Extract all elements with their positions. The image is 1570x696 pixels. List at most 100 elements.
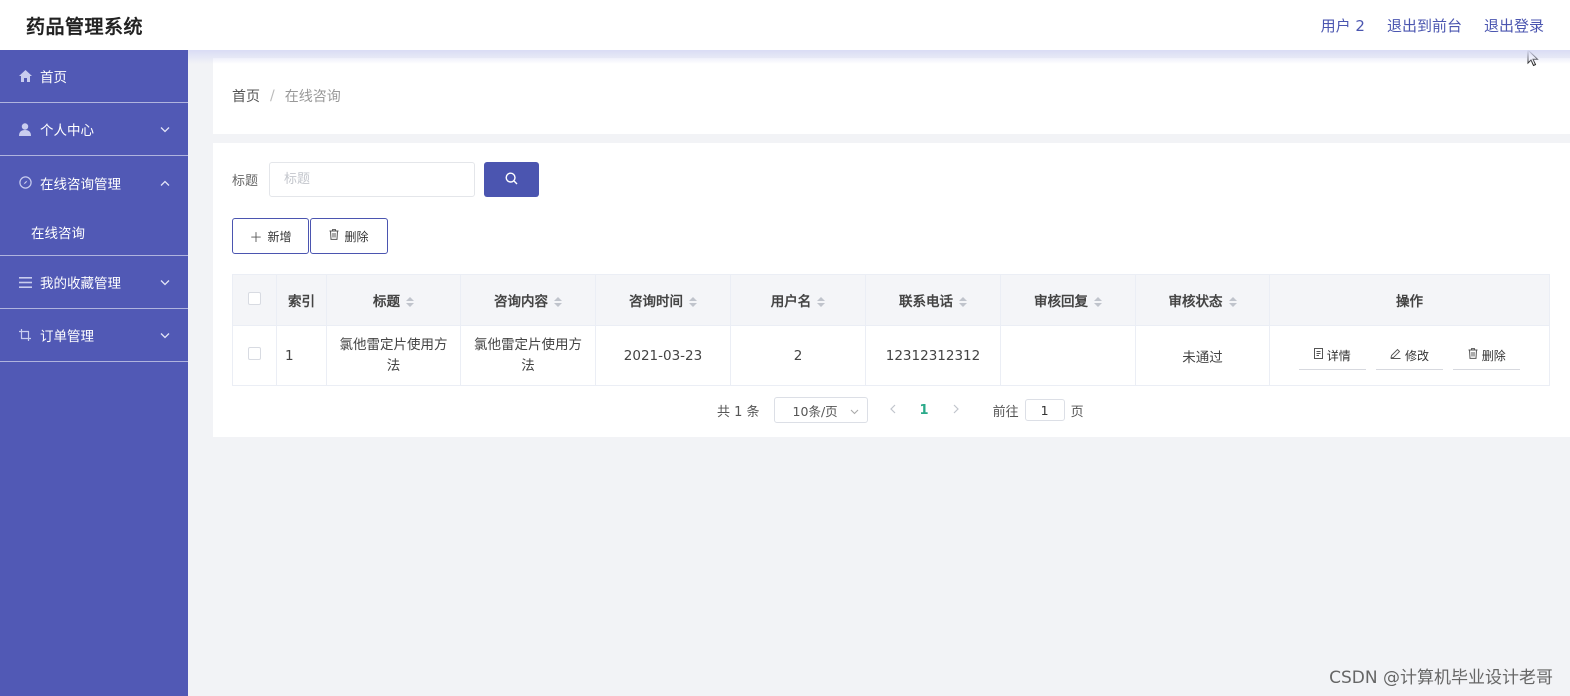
sidebar-item-order-manage[interactable]: 订单管理 — [0, 309, 188, 362]
column-header-phone[interactable]: 联系电话 — [865, 274, 1001, 326]
pagination-total: 共 1 条 — [717, 404, 760, 420]
header-shadow — [188, 50, 1570, 64]
row-delete-button-label: 删除 — [1481, 348, 1506, 363]
column-header-reply[interactable]: 审核回复 — [1000, 274, 1136, 326]
sidebar-item-online-consult[interactable]: 在线咨询 — [0, 209, 188, 256]
add-button[interactable]: ＋ 新增 — [232, 218, 309, 254]
sidebar-item-label: 我的收藏管理 — [40, 276, 121, 292]
user-icon — [18, 122, 32, 136]
edit-button-label: 修改 — [1404, 348, 1429, 363]
cell-title: 氯他雷定片使用方法 — [326, 325, 461, 386]
consult-table: 索引 标题 咨询内容 咨询时间 用户名 联系电话 审核回复 审核状态 操作 1 … — [232, 274, 1550, 386]
goto-suffix: 页 — [1070, 404, 1084, 420]
cell-index: 1 — [276, 325, 327, 386]
cell-time: 2021-03-23 — [595, 325, 731, 386]
exit-to-front-link[interactable]: 退出到前台 — [1387, 15, 1462, 36]
cell-phone: 12312312312 — [865, 325, 1001, 386]
watermark: CSDN @计算机毕业设计老哥 — [1329, 668, 1553, 688]
row-checkbox[interactable] — [248, 347, 261, 360]
column-header-label: 审核状态 — [1168, 294, 1223, 310]
breadcrumb-home[interactable]: 首页 — [232, 86, 260, 106]
sort-icon — [554, 297, 562, 307]
next-page-icon[interactable] — [953, 403, 959, 417]
search-icon — [505, 171, 518, 188]
sidebar-item-label: 在线咨询 — [31, 226, 85, 242]
sidebar-item-label: 首页 — [40, 70, 67, 86]
compass-icon — [18, 176, 32, 190]
top-header: 药品管理系统 用户 2 退出到前台 退出登录 — [0, 0, 1570, 50]
sidebar-item-label: 个人中心 — [40, 123, 94, 139]
sort-icon — [817, 297, 826, 307]
breadcrumb-current: 在线咨询 — [284, 89, 341, 105]
action-buttons: ＋ 新增 删除 — [232, 218, 388, 254]
search-input[interactable] — [269, 162, 475, 197]
search-button[interactable] — [484, 162, 539, 197]
cell-operations: 详情 修改 删除 — [1269, 325, 1550, 386]
page-number-current[interactable]: 1 — [920, 403, 929, 418]
row-delete-button[interactable]: 删除 — [1453, 342, 1521, 370]
breadcrumb: 首页 / 在线咨询 — [213, 58, 1570, 134]
user-name-link[interactable]: 用户 2 — [1321, 15, 1365, 36]
column-header-label: 用户名 — [770, 294, 812, 310]
sidebar-item-home[interactable]: 首页 — [0, 50, 188, 103]
column-header-time[interactable]: 咨询时间 — [595, 274, 731, 326]
cell-content: 氯他雷定片使用方法 — [460, 325, 596, 386]
sort-icon — [406, 297, 414, 307]
search-label: 标题 — [232, 174, 259, 189]
delete-button-label: 删除 — [344, 229, 369, 244]
page-size-select[interactable]: 10条/页 — [773, 397, 868, 423]
column-header-title[interactable]: 标题 — [326, 274, 461, 326]
sort-icon — [1228, 297, 1237, 307]
sort-icon — [689, 297, 697, 307]
sidebar-item-personal-center[interactable]: 个人中心 — [0, 103, 188, 156]
home-icon — [18, 69, 32, 83]
app-title: 药品管理系统 — [26, 15, 144, 38]
column-header-label: 咨询内容 — [494, 294, 548, 310]
column-header-label: 审核回复 — [1034, 294, 1088, 310]
column-header-username[interactable]: 用户名 — [730, 274, 866, 326]
sidebar-item-consult-manage[interactable]: 在线咨询管理 — [0, 156, 188, 209]
trash-icon — [329, 228, 339, 244]
column-header-operations: 操作 — [1269, 274, 1550, 326]
select-all-checkbox[interactable] — [248, 291, 261, 305]
trash-icon — [1468, 348, 1478, 362]
sidebar-item-label: 在线咨询管理 — [40, 176, 121, 193]
plus-icon: ＋ — [249, 230, 263, 246]
select-all-cell — [232, 274, 277, 326]
sidebar: 首页 个人中心 在线咨询管理 在线咨询 我的收藏管理 订单管理 — [0, 50, 188, 696]
cell-username: 2 — [730, 325, 866, 386]
column-header-label: 咨询时间 — [629, 294, 683, 310]
column-header-index: 索引 — [276, 274, 327, 326]
add-button-label: 新增 — [267, 229, 292, 244]
breadcrumb-separator: / — [270, 88, 275, 104]
column-header-status[interactable]: 审核状态 — [1135, 274, 1270, 326]
chevron-down-icon — [160, 329, 170, 342]
list-icon — [18, 275, 32, 289]
goto-page-input[interactable] — [1024, 399, 1065, 421]
chevron-up-icon — [160, 176, 170, 189]
table-row: 1 氯他雷定片使用方法 氯他雷定片使用方法 2021-03-23 2 12312… — [232, 325, 1550, 386]
sort-icon — [1094, 297, 1102, 307]
search-bar: 标题 — [232, 162, 539, 197]
document-icon — [1313, 348, 1323, 362]
logout-link[interactable]: 退出登录 — [1484, 15, 1544, 36]
header-links: 用户 2 退出到前台 退出登录 — [1321, 15, 1544, 36]
edit-button[interactable]: 修改 — [1376, 342, 1443, 370]
delete-button[interactable]: 删除 — [310, 218, 388, 254]
sidebar-item-favorites-manage[interactable]: 我的收藏管理 — [0, 256, 188, 309]
goto-label: 前往 — [992, 404, 1019, 420]
chevron-down-icon — [160, 276, 170, 289]
row-select-cell — [232, 325, 277, 386]
detail-button-label: 详情 — [1326, 348, 1351, 363]
column-header-label: 标题 — [373, 294, 400, 310]
sort-icon — [959, 297, 967, 307]
column-header-content[interactable]: 咨询内容 — [460, 274, 596, 326]
pagination: 共 1 条 10条/页 1 前往 页 — [717, 397, 1084, 423]
chevron-down-icon — [160, 123, 170, 136]
detail-button[interactable]: 详情 — [1298, 342, 1366, 370]
table-header-row: 索引 标题 咨询内容 咨询时间 用户名 联系电话 审核回复 审核状态 操作 — [232, 274, 1550, 326]
sidebar-item-label: 订单管理 — [40, 329, 94, 345]
column-header-label: 联系电话 — [899, 294, 953, 310]
prev-page-icon[interactable] — [889, 403, 896, 417]
page-size-value: 10条/页 — [792, 403, 838, 419]
